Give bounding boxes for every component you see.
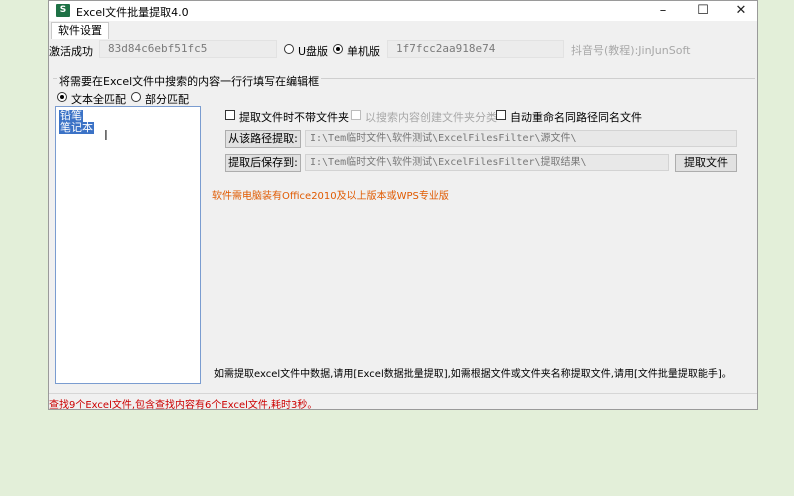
author-label: 抖音号(教程):JinJunSoft — [571, 44, 691, 57]
machine-code-field[interactable]: 1f7fcc2aa918e74 — [387, 40, 564, 58]
app-window: S Excel文件批量提取4.0 – ☐ ✕ 软件设置 激活成功 83d84c6… — [48, 0, 758, 411]
status-message: 查找9个Excel文件,包含查找内容有6个Excel文件,耗时3秒。 — [49, 400, 318, 411]
text-cursor-icon: I — [104, 129, 108, 144]
standalone-version-radio[interactable] — [333, 44, 343, 54]
list-item[interactable]: 笔记本 — [59, 122, 94, 134]
activation-status-label: 激活成功 — [49, 45, 93, 58]
activation-code-field[interactable]: 83d84c6ebf51fc5 — [99, 40, 277, 58]
minimize-button[interactable]: – — [645, 1, 681, 21]
group-title: 将需要在Excel文件中搜索的内容一行行填写在编辑框 — [57, 73, 322, 89]
partial-match-radio[interactable] — [131, 92, 141, 102]
content-folder-label: 以搜索内容创建文件夹分类 — [365, 111, 497, 124]
target-path-button[interactable]: 提取后保存到: — [225, 154, 301, 172]
related-tools-hint: 如需提取excel文件中数据,请用[Excel数据批量提取],如需根据文件或文件… — [214, 369, 732, 380]
source-path-button[interactable]: 从该路径提取: — [225, 130, 301, 148]
menu-bar: 软件设置 — [49, 21, 757, 39]
target-path-field[interactable]: I:\Tem临时文件\软件测试\ExcelFilesFilter\提取结果\ — [305, 154, 669, 171]
auto-rename-label: 自动重命名同路径同名文件 — [510, 111, 642, 124]
auto-rename-checkbox[interactable] — [496, 110, 506, 120]
full-match-label: 文本全匹配 — [71, 93, 126, 106]
usb-version-label: U盘版 — [298, 45, 329, 58]
maximize-button[interactable]: ☐ — [685, 1, 721, 21]
extract-files-button[interactable]: 提取文件 — [675, 154, 737, 172]
usb-version-radio[interactable] — [284, 44, 294, 54]
tab-software-settings[interactable]: 软件设置 — [51, 22, 109, 39]
close-button[interactable]: ✕ — [723, 1, 759, 21]
requirement-notice: 软件需电脑装有Office2010及以上版本或WPS专业版 — [212, 191, 449, 202]
standalone-version-label: 单机版 — [347, 45, 380, 58]
no-folder-checkbox[interactable] — [225, 110, 235, 120]
excel-app-icon: S — [56, 4, 70, 17]
full-match-radio[interactable] — [57, 92, 67, 102]
search-terms-editor[interactable]: 铅笔 笔记本 I — [55, 106, 201, 384]
partial-match-label: 部分匹配 — [145, 93, 189, 106]
no-folder-label: 提取文件时不带文件夹 — [239, 111, 349, 124]
status-bar: 查找9个Excel文件,包含查找内容有6个Excel文件,耗时3秒。 — [49, 393, 757, 411]
title-bar[interactable]: S Excel文件批量提取4.0 – ☐ ✕ — [49, 1, 757, 21]
source-path-field[interactable]: I:\Tem临时文件\软件测试\ExcelFilesFilter\源文件\ — [305, 130, 737, 147]
window-title: Excel文件批量提取4.0 — [76, 6, 189, 19]
content-folder-checkbox[interactable] — [351, 110, 361, 120]
